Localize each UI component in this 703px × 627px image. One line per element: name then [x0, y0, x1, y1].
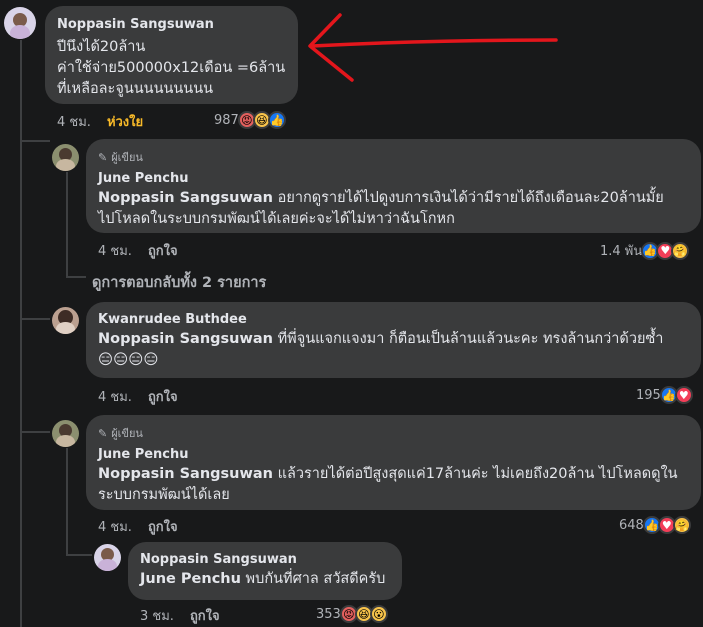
- reaction-summary[interactable]: 648 👍 ♥ 🤗: [619, 516, 691, 534]
- author-badge: ✎ ผู้เขียน: [98, 424, 689, 442]
- comment-time[interactable]: 4 ชม.: [98, 516, 132, 537]
- comment-bubble: Noppasin Sangsuwan June Penchu พบกันที่ศ…: [128, 542, 402, 600]
- like-button[interactable]: ถูกใจ: [148, 240, 178, 261]
- comment-bubble: Noppasin Sangsuwan ปีนึงได้20ล้าน ค่าใช้…: [45, 6, 298, 104]
- comment-actions: 4 ชม. ถูกใจ: [98, 240, 178, 261]
- red-arrow-annotation: [308, 13, 558, 82]
- reaction-summary[interactable]: 987 😡 😆 👍: [214, 111, 286, 129]
- avatar[interactable]: [4, 7, 36, 39]
- author-badge-label: ผู้เขียน: [111, 427, 143, 440]
- comment-actions: 4 ชม. ห่วงใย: [57, 111, 143, 132]
- comment-actions: 4 ชม. ถูกใจ: [98, 386, 178, 407]
- comment-body: พบกันที่ศาล สวัสดีครับ: [240, 571, 386, 587]
- love-icon: ♥: [674, 386, 693, 404]
- reaction-count: 353: [316, 606, 341, 622]
- care-button[interactable]: ห่วงใย: [107, 111, 143, 132]
- thread-line-branch-4: [20, 431, 50, 433]
- author-badge-label: ผู้เขียน: [111, 151, 143, 164]
- comment-author[interactable]: June Penchu: [98, 446, 689, 464]
- comment-time[interactable]: 4 ชม.: [57, 111, 91, 132]
- comment-actions: 3 ชม. ถูกใจ: [140, 605, 220, 626]
- thread-line-sub: [66, 172, 68, 277]
- thread-line-sub-2: [66, 448, 68, 555]
- pencil-icon: ✎: [98, 150, 108, 164]
- comment-time[interactable]: 4 ชม.: [98, 386, 132, 407]
- reaction-count: 195: [636, 387, 661, 403]
- mention-link[interactable]: Noppasin Sangsuwan: [98, 466, 273, 482]
- comment-text: ปีนึงได้20ล้าน ค่าใช้จ่าย500000x12เดือน …: [57, 39, 286, 97]
- comment-time[interactable]: 3 ชม.: [140, 605, 174, 626]
- comment-body: ที่พี่จูนแจกแจงมา ก็ตือนเป็นล้านแล้วนะคะ…: [273, 331, 664, 347]
- comment-bubble: ✎ ผู้เขียน June Penchu Noppasin Sangsuwa…: [86, 139, 701, 233]
- thread-line-branch-2: [66, 276, 86, 278]
- avatar[interactable]: [94, 544, 121, 571]
- reaction-summary[interactable]: 1.4 พัน 👍 ♥ 🤗: [600, 240, 690, 261]
- reaction-count: 648: [619, 517, 644, 533]
- care-icon: 🤗: [671, 241, 690, 260]
- like-button[interactable]: ถูกใจ: [190, 605, 220, 626]
- reaction-count: 1.4 พัน: [600, 244, 643, 259]
- comment-text: Noppasin Sangsuwan ที่พี่จูนแจกแจงมา ก็ต…: [98, 329, 689, 350]
- thread-line-main: [20, 40, 22, 627]
- emoji-line: 😑😑😑😑: [98, 352, 159, 368]
- care-icon: 🤗: [672, 516, 691, 534]
- comment-time[interactable]: 4 ชม.: [98, 240, 132, 261]
- avatar[interactable]: [52, 307, 79, 334]
- comment-text: June Penchu พบกันที่ศาล สวัสดีครับ: [140, 569, 390, 590]
- wow-icon: 😮: [369, 605, 388, 623]
- view-replies-link[interactable]: ดูการตอบกลับทั้ง 2 รายการ: [92, 271, 266, 294]
- like-icon: 👍: [267, 111, 286, 129]
- comment-actions: 4 ชม. ถูกใจ: [98, 516, 178, 537]
- reaction-count: 987: [214, 112, 239, 128]
- pencil-icon: ✎: [98, 426, 108, 440]
- thread-line-branch-1: [20, 140, 50, 142]
- thread-line-branch-3: [20, 318, 50, 320]
- comment-bubble: ✎ ผู้เขียน June Penchu Noppasin Sangsuwa…: [86, 415, 701, 510]
- comment-author[interactable]: June Penchu: [98, 170, 689, 188]
- avatar[interactable]: [52, 420, 79, 447]
- comment-author[interactable]: Noppasin Sangsuwan: [57, 16, 286, 34]
- comment-text: Noppasin Sangsuwan แล้วรายได้ต่อปีสูงสุด…: [98, 464, 689, 506]
- reaction-summary[interactable]: 353 😡 😆 😮: [316, 605, 388, 623]
- like-button[interactable]: ถูกใจ: [148, 516, 178, 537]
- thread-line-branch-5: [66, 554, 92, 556]
- author-badge: ✎ ผู้เขียน: [98, 148, 689, 166]
- comment-author[interactable]: Kwanrudee Buthdee: [98, 311, 689, 329]
- mention-link[interactable]: June Penchu: [140, 571, 241, 587]
- comment-author[interactable]: Noppasin Sangsuwan: [140, 551, 390, 569]
- reaction-summary[interactable]: 195 👍 ♥: [636, 386, 693, 404]
- avatar[interactable]: [52, 144, 79, 171]
- like-button[interactable]: ถูกใจ: [148, 386, 178, 407]
- mention-link[interactable]: Noppasin Sangsuwan: [98, 190, 273, 206]
- comment-bubble: Kwanrudee Buthdee Noppasin Sangsuwan ที่…: [86, 302, 701, 378]
- mention-link[interactable]: Noppasin Sangsuwan: [98, 331, 273, 347]
- comment-text: Noppasin Sangsuwan อยากดูรายได้ไปดูงบการ…: [98, 188, 689, 230]
